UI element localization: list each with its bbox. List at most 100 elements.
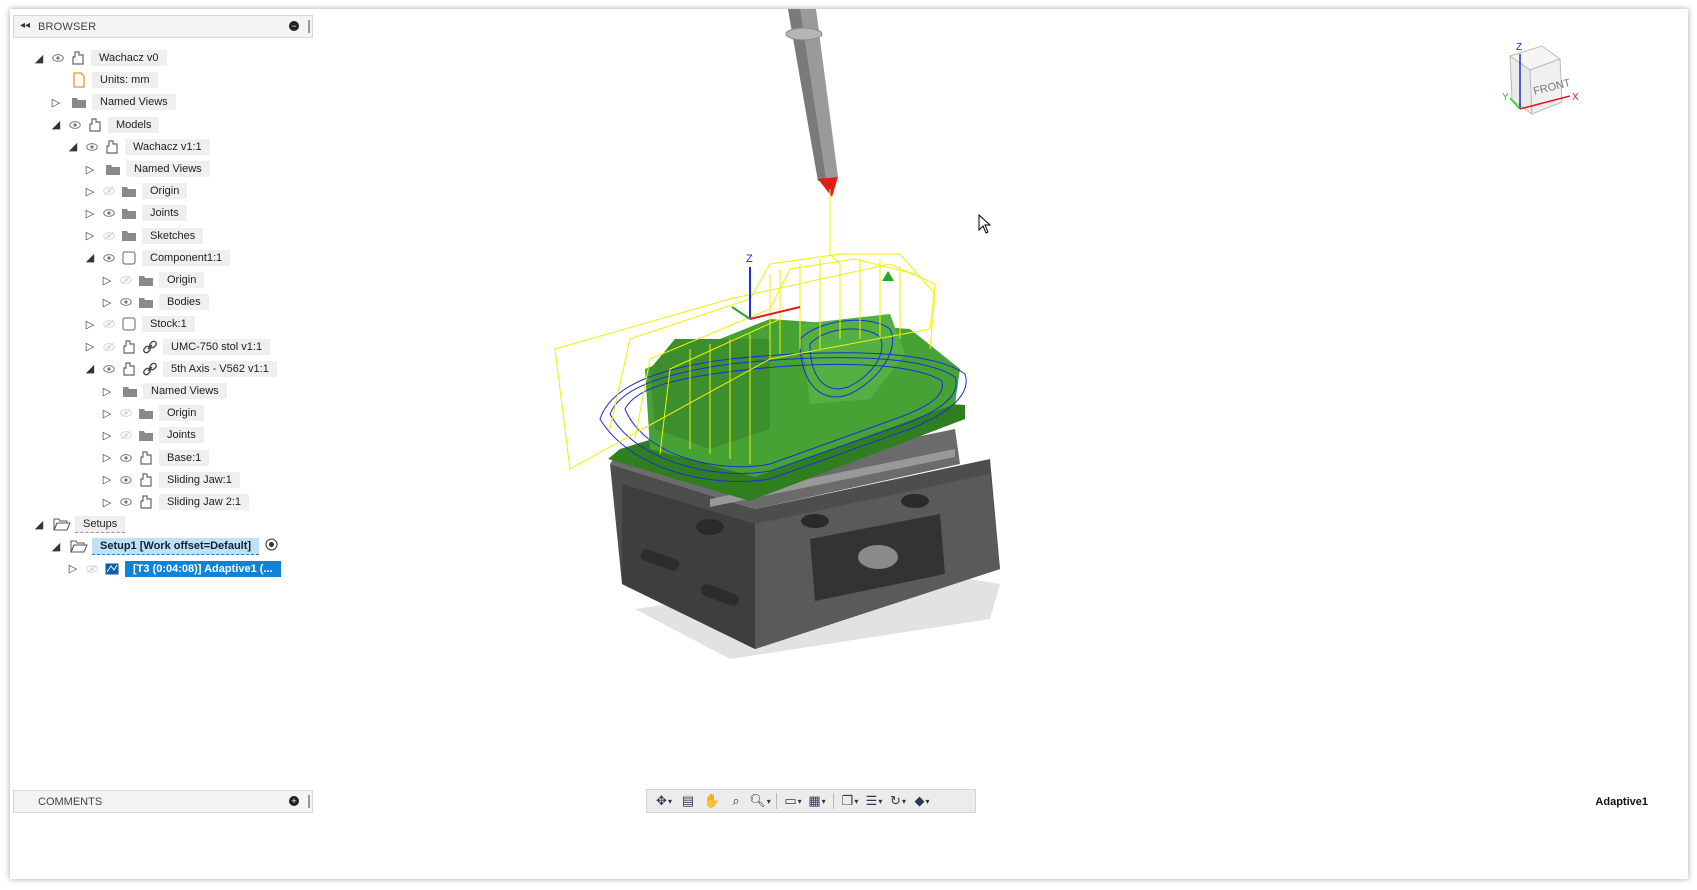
tree-item-label[interactable]: Models	[108, 116, 160, 133]
tree-row[interactable]: ▷ Named Views	[100, 380, 227, 402]
collapsed-triangle-icon[interactable]: ▷	[83, 229, 97, 242]
tree-row[interactable]: ▷ Named Views	[83, 158, 210, 180]
tree-row[interactable]: ▷ Origin	[83, 180, 188, 202]
comments-panel[interactable]: COMMENTS +	[13, 790, 313, 813]
tree-item-label[interactable]: Wachacz v1:1	[125, 138, 210, 155]
panel-grip[interactable]	[308, 20, 310, 33]
zoom-icon[interactable]: 🔍︎	[749, 792, 771, 810]
tree-item-label[interactable]: Named Views	[126, 161, 210, 177]
collapsed-triangle-icon[interactable]: ▷	[83, 163, 97, 176]
eye-icon[interactable]	[101, 361, 117, 377]
canvas-viewport[interactable]: Z	[540, 9, 1060, 689]
tree-item-label[interactable]: Origin	[159, 405, 205, 422]
active-setup-radio-icon[interactable]	[265, 538, 278, 554]
tree-row[interactable]: ▷ Stock:1	[83, 313, 195, 335]
collapsed-triangle-icon[interactable]: ▷	[83, 318, 97, 331]
eye-hidden-icon[interactable]	[101, 228, 117, 244]
panel-grip[interactable]	[308, 795, 310, 808]
section-icon[interactable]: ☰	[863, 792, 885, 810]
collapsed-triangle-icon[interactable]: ▷	[100, 496, 114, 509]
expanded-triangle-icon[interactable]: ◢	[49, 540, 63, 553]
browser-header[interactable]: ◂◂ BROWSER −	[13, 15, 313, 38]
tree-item-label[interactable]: Joints	[142, 205, 187, 222]
tree-item-label[interactable]: Sketches	[142, 227, 204, 244]
tree-item-label[interactable]: Named Views	[143, 383, 227, 399]
tree-item-label[interactable]: Wachacz v0	[91, 50, 167, 66]
tree-row[interactable]: ▷ Sliding Jaw 2:1	[100, 491, 249, 513]
eye-hidden-icon[interactable]	[101, 316, 117, 332]
collapsed-triangle-icon[interactable]: ▷	[83, 185, 97, 198]
tree-row[interactable]: ◢ Wachacz v0	[32, 47, 167, 69]
eye-icon[interactable]	[118, 494, 134, 510]
pan-icon[interactable]: ✋	[701, 792, 723, 810]
expanded-triangle-icon[interactable]: ◢	[32, 518, 46, 531]
collapsed-triangle-icon[interactable]: ▷	[83, 207, 97, 220]
tree-item-label[interactable]: Sliding Jaw 2:1	[159, 494, 249, 510]
tree-item-label[interactable]: Units: mm	[92, 72, 158, 89]
tree-item-label[interactable]: Origin	[159, 272, 205, 288]
tree-item-label[interactable]: Bodies	[159, 294, 209, 311]
eye-hidden-icon[interactable]	[118, 427, 134, 443]
expanded-triangle-icon[interactable]: ◢	[83, 362, 97, 375]
eye-icon[interactable]	[118, 450, 134, 466]
collapsed-triangle-icon[interactable]: ▷	[100, 473, 114, 486]
eye-icon[interactable]	[50, 50, 66, 66]
tree-row[interactable]: ▷ [T3 (0:04:08)] Adaptive1 (...	[66, 558, 281, 580]
eye-hidden-icon[interactable]	[101, 339, 117, 355]
expanded-triangle-icon[interactable]: ◢	[83, 251, 97, 264]
minus-icon[interactable]: −	[289, 21, 299, 31]
tree-row[interactable]: ◢ Setups	[32, 513, 126, 535]
plus-icon[interactable]: +	[289, 796, 299, 806]
tree-row[interactable]: ◢ 5th Axis - V562 v1:1	[83, 358, 277, 380]
eye-icon[interactable]	[101, 205, 117, 221]
collapsed-triangle-icon[interactable]: ▷	[66, 562, 80, 575]
tree-item-label[interactable]: Setup1 [Work offset=Default]	[92, 537, 260, 555]
eye-icon[interactable]	[118, 294, 134, 310]
tree-row[interactable]: ▷ Named Views	[49, 91, 176, 113]
collapsed-triangle-icon[interactable]: ▷	[100, 385, 114, 398]
tree-item-label[interactable]: Origin	[142, 183, 188, 200]
tree-row[interactable]: ▷ Sliding Jaw:1	[100, 469, 240, 491]
grid-icon[interactable]: ▦	[806, 792, 828, 810]
tree-row[interactable]: ▷ Base:1	[100, 447, 210, 469]
tree-item-label[interactable]: UMC-750 stol v1:1	[163, 338, 271, 355]
collapsed-triangle-icon[interactable]: ▷	[100, 274, 114, 287]
view-cube[interactable]: FRONT Z X Y	[1490, 34, 1580, 124]
eye-hidden-icon[interactable]	[118, 272, 134, 288]
tree-item-label[interactable]: Stock:1	[142, 316, 195, 333]
eye-icon[interactable]	[67, 117, 83, 133]
collapsed-triangle-icon[interactable]: ▷	[49, 96, 63, 109]
tree-row[interactable]: ▷ Origin	[100, 269, 205, 291]
tree-row[interactable]: ▷ Origin	[100, 402, 205, 424]
collapsed-triangle-icon[interactable]: ▷	[100, 429, 114, 442]
tree-item-label[interactable]: Named Views	[92, 94, 176, 111]
tree-item-label[interactable]: Component1:1	[142, 249, 231, 266]
collapsed-triangle-icon[interactable]: ▷	[100, 451, 114, 464]
tree-row[interactable]: ▷ UMC-750 stol v1:1	[83, 336, 271, 358]
look-at-icon[interactable]: ▤	[677, 792, 699, 810]
expanded-triangle-icon[interactable]: ◢	[49, 118, 63, 131]
collapsed-triangle-icon[interactable]: ▷	[83, 340, 97, 353]
tree-row[interactable]: ▷ Joints	[100, 424, 204, 446]
view-cube-icon[interactable]: ◆	[911, 792, 933, 810]
visual-style-icon[interactable]: ❐	[839, 792, 861, 810]
tree-row[interactable]: Units: mm	[49, 69, 158, 91]
tree-row[interactable]: ▷ Joints	[83, 202, 187, 224]
eye-icon[interactable]	[101, 250, 117, 266]
tree-row[interactable]: ◢ Component1:1	[83, 247, 231, 269]
simulate-icon[interactable]: ↻	[887, 792, 909, 810]
eye-icon[interactable]	[118, 472, 134, 488]
tree-row[interactable]: ◢ Setup1 [Work offset=Default]	[49, 535, 278, 557]
tree-item-label[interactable]: Sliding Jaw:1	[159, 471, 240, 488]
tree-row[interactable]: ▷ Sketches	[83, 225, 204, 247]
eye-hidden-icon[interactable]	[84, 561, 100, 577]
tree-item-label[interactable]: [T3 (0:04:08)] Adaptive1 (...	[125, 560, 281, 577]
collapsed-triangle-icon[interactable]: ▷	[100, 296, 114, 309]
orbit-icon[interactable]: ✥	[653, 792, 675, 810]
eye-icon[interactable]	[84, 139, 100, 155]
display-mode-icon[interactable]: ▭	[782, 792, 804, 810]
tree-row[interactable]: ◢ Wachacz v1:1	[66, 136, 210, 158]
collapsed-triangle-icon[interactable]: ▷	[100, 407, 114, 420]
eye-hidden-icon[interactable]	[101, 183, 117, 199]
tree-row[interactable]: ◢ Models	[49, 114, 160, 136]
